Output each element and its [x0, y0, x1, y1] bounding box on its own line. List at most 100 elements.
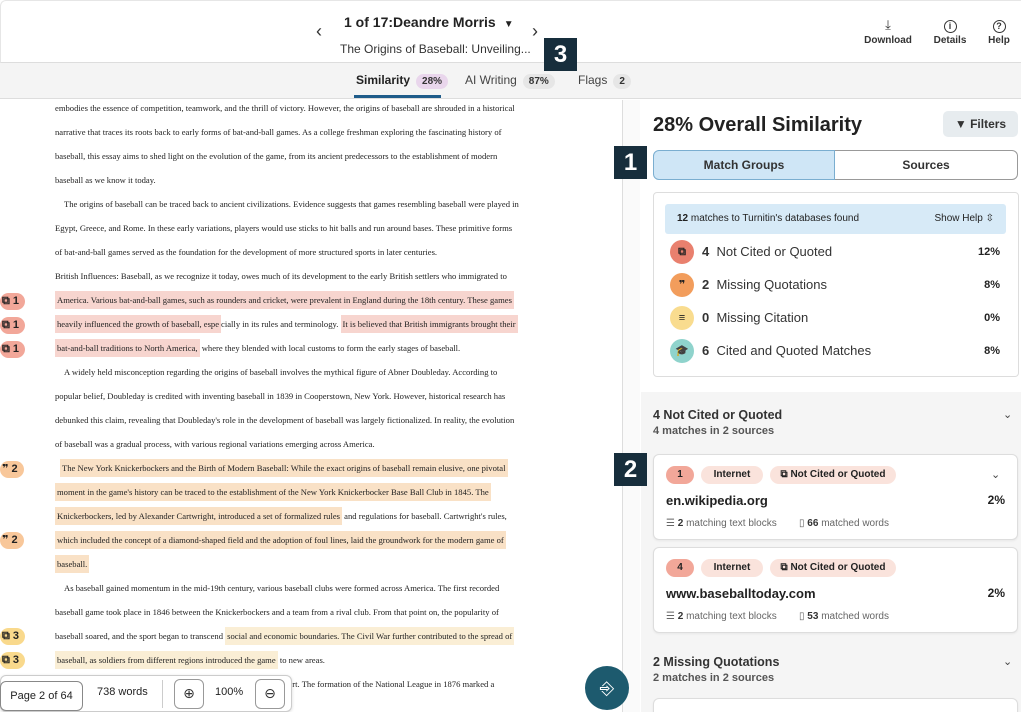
match-marker[interactable]: ⧉ 3	[0, 652, 26, 669]
caret-down-icon: ▼	[503, 19, 514, 30]
doc-line: heavily influenced the growth of basebal…	[55, 315, 518, 333]
category-percent: 8%	[984, 345, 1000, 357]
category-not-cited[interactable]: ⧉ 4 Not Cited or Quoted 12%	[670, 240, 1000, 264]
group-missing-quotations-header[interactable]: 2 Missing Quotations	[653, 655, 779, 669]
help-button[interactable]: ? Help	[969, 17, 1021, 46]
marker-count: 3	[12, 630, 20, 642]
show-help-toggle[interactable]: Show Help ⇳	[934, 204, 994, 234]
source-type-badge: Internet	[701, 466, 763, 484]
chevron-down-icon[interactable]: ⌄	[1003, 408, 1012, 421]
doc-line: moment in the game's history can be trac…	[55, 483, 491, 501]
match-highlight[interactable]: baseball, as soldiers from different reg…	[55, 651, 278, 669]
tab-flags[interactable]: Flags 2	[578, 73, 631, 89]
zoom-in-icon[interactable]: ⊕	[174, 679, 204, 709]
marker-count: 1	[12, 319, 20, 331]
match-highlight[interactable]: heavily influenced the growth of basebal…	[55, 315, 222, 333]
doc-line: debunked this claim, revealing that Doub…	[55, 415, 515, 425]
category-count: 0	[702, 310, 710, 325]
match-highlight[interactable]: bat-and-ball traditions to North America…	[55, 339, 200, 357]
match-highlight[interactable]: Knickerbockers, led by Alexander Cartwri…	[55, 507, 343, 525]
chevron-left-icon[interactable]: ‹	[309, 21, 329, 42]
doc-line: which included the concept of a diamond-…	[55, 531, 506, 549]
submission-selector[interactable]: 1 of 17:Deandre Morris ▼	[344, 14, 514, 30]
callout-marker: 3	[544, 38, 577, 71]
top-header: ‹ 1 of 17:Deandre Morris ▼ The Origins of…	[0, 0, 1021, 63]
source-card[interactable]: 1 Internet ⧉ Not Cited or Quoted ⌄ en.wi…	[653, 454, 1018, 540]
copy-icon: ⧉	[2, 319, 13, 331]
tab-similarity[interactable]: Similarity 28%	[356, 73, 449, 89]
match-highlight[interactable]: moment in the game's history can be trac…	[55, 483, 491, 501]
marker-count: 1	[12, 343, 20, 355]
doc-line: narrative that traces its roots back to …	[55, 127, 502, 137]
doc-text: to new areas.	[277, 655, 325, 665]
group-not-cited-header[interactable]: 4 Not Cited or Quoted	[653, 408, 782, 422]
copy-icon: ⧉	[670, 240, 694, 264]
marker-count: 2	[11, 463, 18, 475]
download-label: Download	[864, 35, 912, 46]
doc-line: popular belief, Doubleday is credited wi…	[55, 391, 506, 401]
match-highlight[interactable]: America. Various bat-and-ball games, suc…	[55, 291, 514, 309]
zoom-out-icon[interactable]: ⊖	[255, 679, 285, 709]
chevron-down-icon[interactable]: ⌄	[991, 468, 1000, 481]
show-help-label: Show Help	[934, 213, 983, 224]
document-viewer[interactable]: embodies the essence of competition, tea…	[0, 100, 622, 712]
source-type-badge: Internet	[701, 559, 763, 577]
words-count: 66	[807, 518, 819, 529]
document-scrollbar[interactable]	[622, 100, 640, 712]
doc-line: Egypt, Greece, and Rome. In these early …	[55, 223, 513, 233]
doc-line: The origins of baseball can be traced ba…	[64, 199, 519, 209]
category-cited-quoted[interactable]: 🎓 6 Cited and Quoted Matches 8%	[670, 339, 1000, 363]
doc-line: baseball, as soldiers from different reg…	[55, 651, 325, 669]
category-name: Cited and Quoted Matches	[716, 343, 872, 358]
match-info-text: matches to Turnitin's databases found	[690, 213, 860, 224]
match-highlight[interactable]: The New York Knickerbockers and the Birt…	[60, 459, 508, 477]
filters-button[interactable]: ▼ Filters	[943, 111, 1018, 137]
match-marker[interactable]: ⧉ 3	[0, 628, 26, 645]
match-summary-box: 12 matches to Turnitin's databases found…	[653, 192, 1019, 377]
match-highlight[interactable]: It is believed that British immigrants b…	[340, 315, 518, 333]
list-icon: ≡	[670, 306, 694, 330]
words-label: matched words	[821, 611, 889, 622]
copy-icon: ⧉	[780, 469, 791, 480]
jump-to-match-button[interactable]: ⎆	[585, 666, 629, 710]
category-badge-label: Not Cited or Quoted	[790, 469, 886, 480]
tab-ai-writing[interactable]: AI Writing 87%	[465, 73, 555, 89]
copy-icon: ⧉	[2, 295, 13, 307]
jump-icon: ⎆	[599, 678, 615, 698]
doc-line: baseball, this essay aims to shed light …	[55, 151, 498, 161]
match-marker[interactable]: ❞ 2	[0, 532, 24, 549]
match-marker[interactable]: ⧉ 1	[0, 317, 26, 334]
doc-line: As baseball gained momentum in the mid-1…	[64, 583, 500, 593]
chevron-right-icon[interactable]: ›	[525, 21, 545, 42]
doc-line: of baseball was a gradual process, with …	[55, 439, 375, 449]
help-icon: ?	[969, 17, 1021, 35]
group-not-cited-sub: 4 matches in 2 sources	[653, 425, 775, 437]
doc-line: Knickerbockers, led by Alexander Cartwri…	[55, 507, 507, 525]
doc-line: America. Various bat-and-ball games, suc…	[55, 291, 514, 309]
tab-label: Flags	[578, 73, 608, 87]
blocks-label: matching text blocks	[686, 518, 777, 529]
page-indicator[interactable]: Page 2 of 64	[0, 681, 83, 711]
match-marker[interactable]: ❞ 2	[0, 461, 24, 478]
doc-line: The New York Knickerbockers and the Birt…	[60, 459, 508, 477]
source-card[interactable]: 4 Internet ⧉ Not Cited or Quoted www.bas…	[653, 547, 1018, 633]
list-icon: ☰	[666, 518, 678, 529]
sources-toggle[interactable]: Sources	[835, 150, 1018, 180]
source-number: 1	[666, 466, 694, 484]
match-groups-toggle[interactable]: Match Groups	[653, 150, 835, 180]
match-highlight[interactable]: which included the concept of a diamond-…	[55, 531, 506, 549]
match-highlight[interactable]: social and economic boundaries. The Civi…	[225, 627, 515, 645]
source-url: www.baseballtoday.com	[666, 586, 816, 601]
match-marker[interactable]: ⧉ 1	[0, 341, 26, 358]
category-missing-citation[interactable]: ≡ 0 Missing Citation 0%	[670, 306, 1000, 330]
category-count: 6	[702, 343, 710, 358]
paper-title: The Origins of Baseball: Unveiling...	[340, 42, 531, 56]
chevron-down-icon[interactable]: ⌄	[1003, 655, 1012, 668]
panel-summary-section: 28% Overall Similarity ▼ Filters Match G…	[641, 100, 1021, 392]
source-card-partial[interactable]	[653, 698, 1018, 712]
match-highlight[interactable]: baseball.	[55, 555, 90, 573]
match-marker[interactable]: ⧉ 1	[0, 293, 26, 310]
category-missing-quotations[interactable]: ❞ 2 Missing Quotations 8%	[670, 273, 1000, 297]
doc-line: baseball game took place in 1846 between…	[55, 607, 499, 617]
download-button[interactable]: ⤓ Download	[858, 17, 918, 46]
